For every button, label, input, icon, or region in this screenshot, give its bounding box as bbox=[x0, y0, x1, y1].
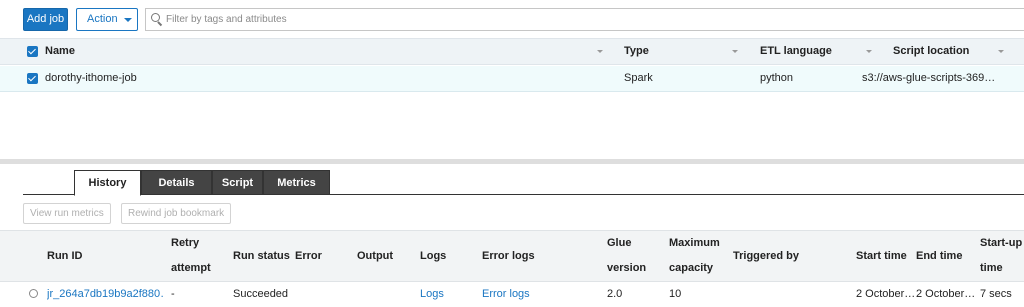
column-header-maximum-capacity-line1[interactable]: Maximum bbox=[669, 237, 720, 249]
run-error-logs-link[interactable]: Error logs bbox=[482, 283, 530, 305]
job-name: dorothy-ithome-job bbox=[45, 72, 137, 84]
run-start-time: 2 October… bbox=[856, 288, 914, 300]
rewind-job-bookmark-button[interactable]: Rewind job bookmark bbox=[121, 203, 232, 224]
column-header-type[interactable]: Type bbox=[624, 39, 649, 64]
run-history-row[interactable]: jr_264a7db19b9a2f880… - Succeeded Logs E… bbox=[0, 283, 1024, 307]
jobs-toolbar: Add job Action bbox=[0, 0, 1024, 38]
filter-search-box[interactable] bbox=[145, 8, 1024, 31]
job-etl-language: python bbox=[760, 72, 794, 84]
run-history-header: Run ID Retry attempt Run status Error Ou… bbox=[0, 230, 1024, 282]
job-row[interactable]: dorothy-ithome-job Spark python s3://aws… bbox=[0, 66, 1024, 92]
pane-resize-divider[interactable] bbox=[0, 159, 1024, 164]
filter-input[interactable] bbox=[166, 12, 666, 27]
run-end-time: 2 October… bbox=[916, 288, 976, 300]
add-job-button[interactable]: Add job bbox=[23, 8, 68, 31]
search-icon bbox=[151, 13, 163, 27]
tab-script[interactable]: Script bbox=[212, 170, 263, 195]
job-script-location: s3://aws-glue-scripts-369… bbox=[862, 72, 996, 84]
row-checkbox[interactable] bbox=[27, 73, 38, 84]
column-header-retry-attempt-line2[interactable]: attempt bbox=[171, 262, 211, 274]
action-dropdown-button[interactable]: Action bbox=[76, 8, 138, 31]
column-header-output[interactable]: Output bbox=[357, 250, 393, 262]
view-run-metrics-button[interactable]: View run metrics bbox=[23, 203, 111, 224]
column-header-startup-time-line1[interactable]: Start-up bbox=[980, 237, 1022, 249]
column-header-maximum-capacity-line2[interactable]: capacity bbox=[669, 262, 713, 274]
column-header-script-location[interactable]: Script location bbox=[893, 39, 969, 64]
sort-icon[interactable] bbox=[732, 50, 738, 53]
caret-down-icon bbox=[124, 18, 132, 22]
column-header-logs[interactable]: Logs bbox=[420, 250, 446, 262]
action-label: Action bbox=[87, 13, 118, 25]
sort-icon[interactable] bbox=[597, 50, 603, 53]
column-header-etl-language[interactable]: ETL language bbox=[760, 39, 832, 64]
job-detail-tabs: History Details Script Metrics bbox=[23, 170, 1024, 196]
tab-details[interactable]: Details bbox=[141, 170, 212, 195]
select-all-checkbox[interactable] bbox=[27, 46, 38, 57]
jobs-table-header: Name Type ETL language Script location bbox=[0, 38, 1024, 65]
job-type: Spark bbox=[624, 72, 653, 84]
column-header-error-logs[interactable]: Error logs bbox=[482, 250, 535, 262]
tab-history[interactable]: History bbox=[74, 170, 141, 196]
sort-icon[interactable] bbox=[866, 50, 872, 53]
column-header-retry-attempt-line1[interactable]: Retry bbox=[171, 237, 199, 249]
column-header-error[interactable]: Error bbox=[295, 250, 322, 262]
column-header-glue-version-line2[interactable]: version bbox=[607, 262, 646, 274]
column-header-start-time[interactable]: Start time bbox=[856, 250, 907, 262]
run-logs-link[interactable]: Logs bbox=[420, 283, 444, 305]
sort-icon[interactable] bbox=[998, 50, 1004, 53]
column-header-glue-version-line1[interactable]: Glue bbox=[607, 237, 631, 249]
tab-metrics[interactable]: Metrics bbox=[263, 170, 330, 195]
column-header-startup-time-line2[interactable]: time bbox=[980, 262, 1003, 274]
column-header-name[interactable]: Name bbox=[45, 39, 75, 64]
column-header-end-time[interactable]: End time bbox=[916, 250, 962, 262]
column-header-triggered-by[interactable]: Triggered by bbox=[733, 250, 799, 262]
run-glue-version: 2.0 bbox=[607, 288, 623, 300]
column-header-run-status[interactable]: Run status bbox=[233, 250, 290, 262]
run-status: Succeeded bbox=[233, 288, 289, 300]
run-maximum-capacity: 10 bbox=[669, 288, 682, 300]
run-select-radio[interactable] bbox=[29, 289, 38, 298]
run-retry-attempt: - bbox=[171, 288, 175, 300]
column-header-run-id[interactable]: Run ID bbox=[47, 250, 82, 262]
run-startup-time: 7 secs bbox=[980, 288, 1012, 300]
run-id-link[interactable]: jr_264a7db19b9a2f880… bbox=[47, 283, 163, 305]
